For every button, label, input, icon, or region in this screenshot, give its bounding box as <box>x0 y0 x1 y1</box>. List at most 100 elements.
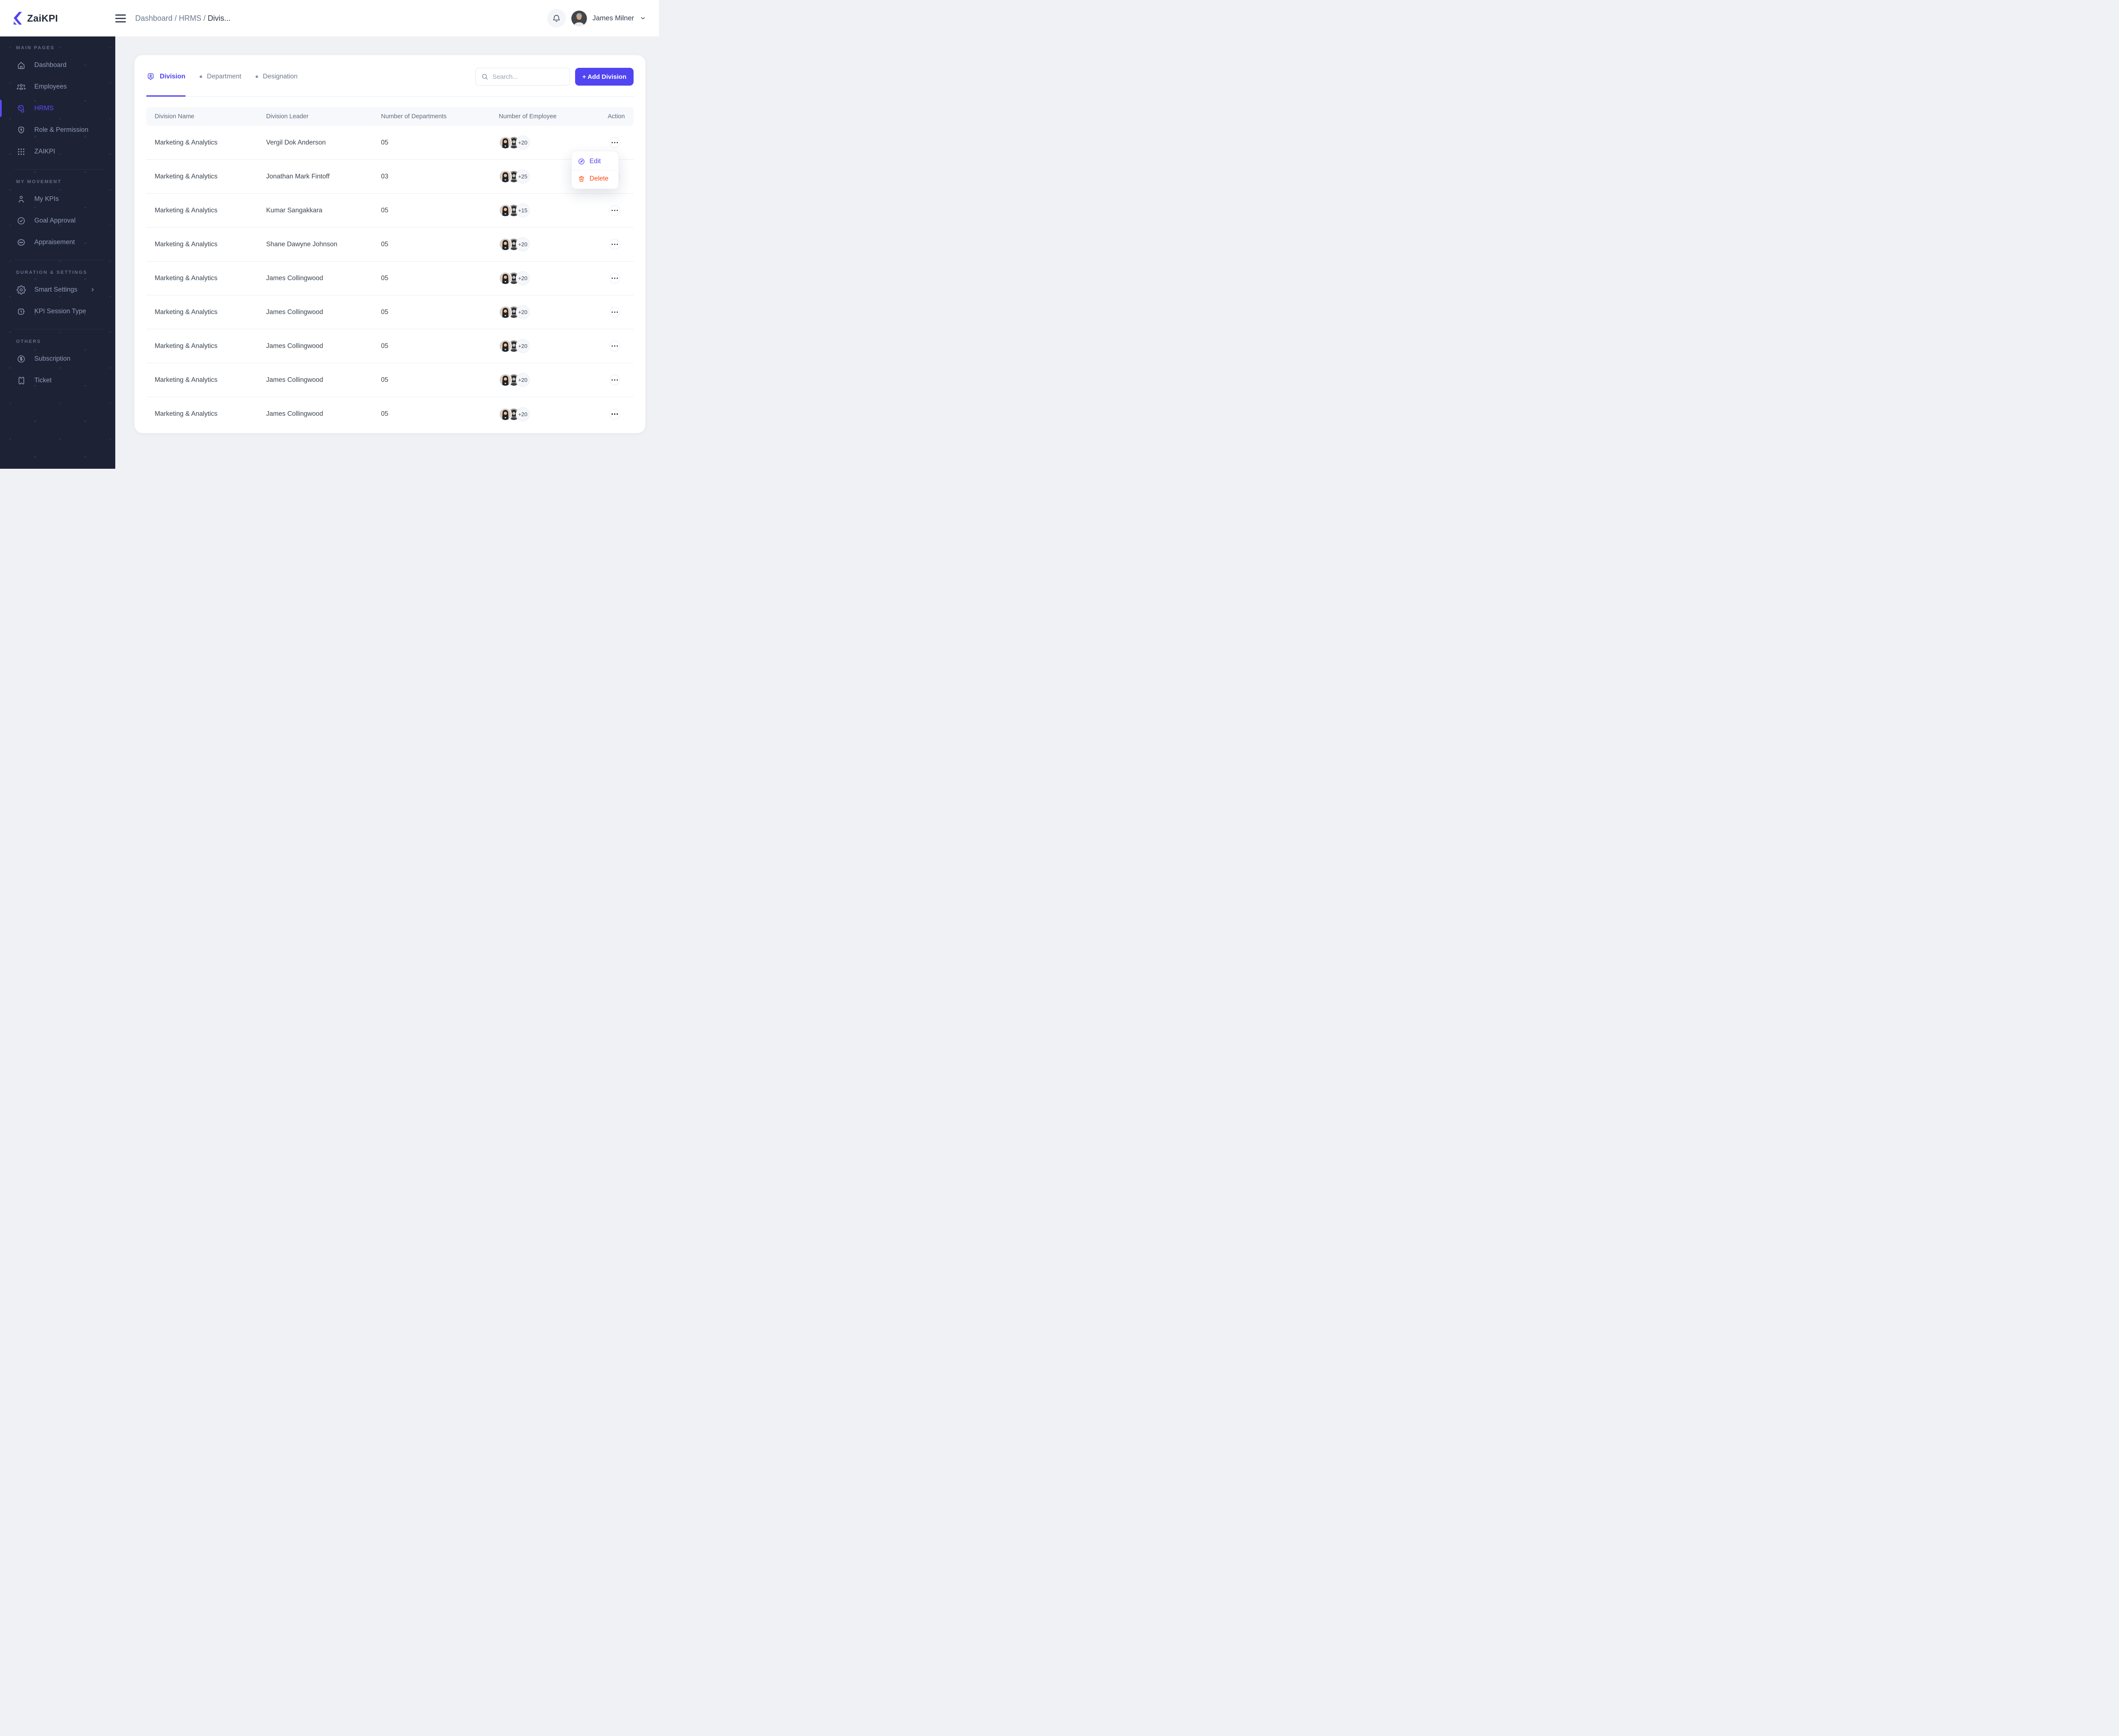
employee-count-badge: +25 <box>516 170 530 184</box>
cell-number-of-departments: 05 <box>381 240 389 248</box>
cell-number-of-employee: +20 <box>499 373 608 387</box>
cell-number-of-departments: 05 <box>381 139 389 146</box>
tab-division[interactable]: Division <box>146 68 185 86</box>
sidebar-item-goal-approval[interactable]: Goal Approval <box>0 210 115 231</box>
employee-count-badge: +20 <box>516 373 530 387</box>
breadcrumb[interactable]: Dashboard / HRMS / Divis... <box>135 14 231 23</box>
context-menu-item-delete[interactable]: Delete <box>572 170 618 187</box>
division-table: Division Name Division Leader Number of De… <box>146 107 634 431</box>
search-box <box>475 68 570 86</box>
search-input[interactable] <box>492 73 564 81</box>
sidebar-item-hrms[interactable]: HRMS <box>0 97 115 119</box>
tab-designation[interactable]: Designation <box>256 68 298 86</box>
chevron-right-icon <box>89 287 96 293</box>
cell-division-leader: James Collingwood <box>266 308 323 316</box>
row-actions-button[interactable] <box>609 273 620 284</box>
sidebar-item-appraisement[interactable]: Appraisement <box>0 231 115 253</box>
hamburger-menu-icon[interactable] <box>115 14 126 22</box>
tab-department[interactable]: Department <box>200 68 241 86</box>
row-actions-button[interactable] <box>609 375 620 385</box>
logo[interactable]: ZaiKPI <box>0 11 115 25</box>
table-header-row: Division Name Division Leader Number of De… <box>146 107 634 126</box>
sidebar: MAIN PAGES Dashboard Employees HRMS Role & P… <box>0 36 115 469</box>
cell-division-name: Marketing & Analytics <box>155 410 218 417</box>
notifications-button[interactable] <box>547 9 566 28</box>
row-actions-button[interactable] <box>609 409 620 420</box>
ticket-icon <box>17 376 26 385</box>
cell-number-of-employee: +20 <box>499 136 608 150</box>
employee-avatar <box>499 238 512 251</box>
sidebar-item-dashboard[interactable]: Dashboard <box>0 54 115 76</box>
sidebar-item-employees[interactable]: Employees <box>0 76 115 97</box>
tab-bullet-icon <box>200 75 203 78</box>
employee-avatar <box>499 170 512 183</box>
cell-action <box>608 137 625 148</box>
cell-division-leader: James Collingwood <box>266 410 323 417</box>
cell-number-of-employee: +20 <box>499 339 608 353</box>
employee-count-badge: +20 <box>516 237 530 251</box>
row-actions-button[interactable] <box>609 341 620 351</box>
sidebar-item-role-permission[interactable]: Role & Permission <box>0 119 115 141</box>
sidebar-item-my-kpis[interactable]: My KPIs <box>0 188 115 210</box>
sidebar-item-label: Employees <box>34 83 67 90</box>
tabs: Division Department Designation <box>146 68 298 86</box>
row-actions-button[interactable] <box>609 307 620 317</box>
grid-dots-icon <box>17 147 26 156</box>
dollar-circle-icon <box>17 354 26 364</box>
row-context-menu: Edit Delete <box>571 151 619 189</box>
row-actions-button[interactable] <box>609 205 620 216</box>
table-row: Marketing & Analytics Shane Dawyne Johnso… <box>146 228 634 262</box>
check-circle-icon <box>17 216 26 225</box>
chevron-down-icon[interactable] <box>640 15 646 22</box>
employee-count-badge: +20 <box>516 271 530 285</box>
cell-number-of-employee: +20 <box>499 237 608 251</box>
table-row: Marketing & Analytics James Collingwood 05… <box>146 295 634 329</box>
sidebar-section-label: MY MOVEMENT <box>16 179 62 184</box>
sidebar-item-zaikpi[interactable]: ZAIKPI <box>0 141 115 162</box>
breadcrumb-path[interactable]: Dashboard / HRMS / <box>135 14 208 22</box>
cell-division-name: Marketing & Analytics <box>155 139 218 146</box>
sidebar-item-smart-settings[interactable]: Smart Settings <box>0 279 115 300</box>
logo-text: ZaiKPI <box>27 12 58 24</box>
sidebar-section-label: DURATION & SETTINGS <box>16 270 88 275</box>
cell-number-of-employee: +15 <box>499 203 608 217</box>
cell-division-name: Marketing & Analytics <box>155 274 218 282</box>
row-actions-button[interactable] <box>609 137 620 148</box>
table-row: Marketing & Analytics Vergil Dok Anderson… <box>146 126 634 160</box>
sidebar-item-ticket[interactable]: Ticket <box>0 370 115 391</box>
tab-label: Designation <box>263 73 298 80</box>
division-card: Division Department Designation + Add Divi… <box>134 55 645 433</box>
sidebar-item-label: Smart Settings <box>34 286 78 293</box>
pencil-circle-icon <box>578 158 585 165</box>
cell-division-name: Marketing & Analytics <box>155 376 218 384</box>
home-icon <box>17 61 26 70</box>
user-avatar[interactable] <box>571 10 587 26</box>
cell-action <box>608 239 625 250</box>
employee-avatar <box>499 407 512 421</box>
context-menu-item-label: Delete <box>590 175 609 182</box>
row-actions-button[interactable] <box>609 239 620 250</box>
sidebar-item-subscription[interactable]: Subscription <box>0 348 115 370</box>
add-division-button[interactable]: + Add Division <box>575 68 634 86</box>
trash-icon <box>578 175 585 183</box>
employee-avatar <box>499 204 512 217</box>
main-content: Division Department Designation + Add Divi… <box>115 36 659 469</box>
breadcrumb-current: Divis... <box>208 14 231 22</box>
column-header: Division Name <box>155 113 195 120</box>
cell-number-of-employee: +20 <box>499 271 608 285</box>
cell-action <box>608 341 625 351</box>
column-header: Number of Employee <box>499 113 557 120</box>
cell-division-leader: Jonathan Mark Fintoff <box>266 172 330 180</box>
table-row: Marketing & Analytics Jonathan Mark Finto… <box>146 160 634 194</box>
hrms-tag-icon <box>17 104 26 113</box>
cell-division-name: Marketing & Analytics <box>155 240 218 248</box>
tab-bullet-icon <box>256 75 259 78</box>
cell-action <box>608 409 625 420</box>
header-actions: James Milner <box>547 9 659 28</box>
sidebar-item-kpi-session-type[interactable]: KPI Session Type <box>0 300 115 322</box>
employee-avatar <box>499 373 512 387</box>
sidebar-item-label: Goal Approval <box>34 217 76 224</box>
column-header: Number of Departments <box>381 113 447 120</box>
context-menu-item-edit[interactable]: Edit <box>572 153 618 170</box>
employee-count-badge: +20 <box>516 339 530 353</box>
